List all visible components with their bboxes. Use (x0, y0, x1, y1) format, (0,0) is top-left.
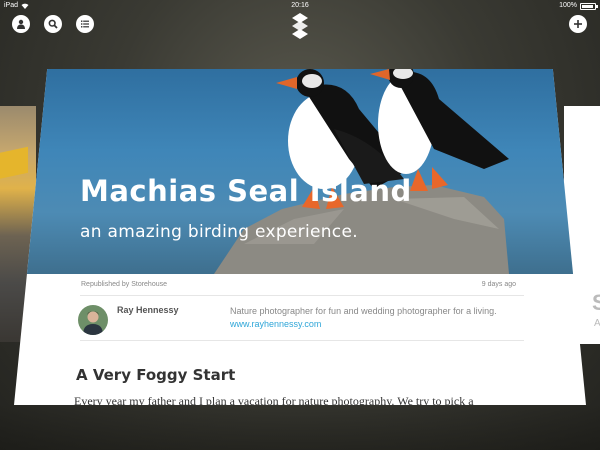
search-button[interactable] (44, 15, 62, 33)
meta-divider (80, 295, 524, 296)
story-age: 9 days ago (481, 281, 516, 288)
menu-button[interactable] (76, 15, 94, 33)
clock: 20:16 (291, 2, 309, 9)
bottom-vignette (0, 404, 600, 450)
author-name[interactable]: Ray Hennessy (117, 305, 179, 315)
add-story-button[interactable] (569, 15, 587, 33)
profile-button[interactable] (12, 15, 30, 33)
battery-percent: 100% (559, 2, 577, 9)
search-icon (48, 19, 58, 29)
republished-label: Republished by Storehouse (81, 281, 168, 288)
list-icon (81, 20, 89, 28)
puffins-photo (214, 69, 509, 274)
section-title: A Very Foggy Start (76, 366, 236, 384)
plus-icon (574, 20, 582, 28)
author-avatar[interactable] (78, 305, 108, 335)
person-photo-icon (83, 311, 103, 335)
next-card-peek-letter: S (592, 290, 600, 315)
battery-icon (580, 2, 598, 10)
next-card-peek-text: A (594, 318, 600, 329)
story-subtitle: an amazing birding experience. (80, 222, 358, 242)
person-icon (17, 19, 25, 29)
battery-indicator: 100% (559, 0, 598, 12)
story-card[interactable]: Machias Seal Island an amazing birding e… (14, 69, 586, 405)
hero-image: Machias Seal Island an amazing birding e… (14, 69, 586, 274)
flag-image (0, 146, 28, 180)
storehouse-logo-icon[interactable] (292, 13, 308, 39)
status-bar: iPad 20:16 100% (0, 0, 600, 12)
author-bio: Nature photographer for fun and wedding … (230, 305, 520, 331)
author-website-link[interactable]: www.rayhennessy.com (230, 319, 321, 329)
author-bio-text: Nature photographer for fun and wedding … (230, 306, 497, 316)
story-title: Machias Seal Island (80, 174, 412, 208)
author-divider (80, 340, 524, 341)
